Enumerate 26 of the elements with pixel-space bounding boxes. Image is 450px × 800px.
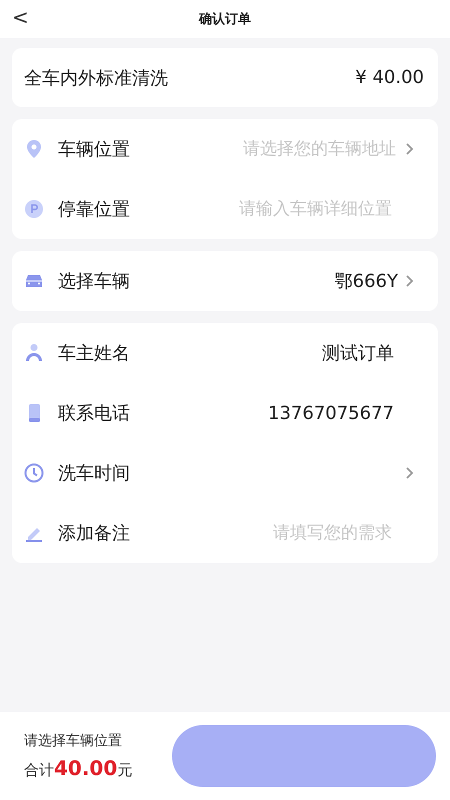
input-field[interactable]: 请填写您的需求 bbox=[190, 522, 394, 544]
total-price: 合计40.00元 bbox=[24, 756, 132, 780]
location-hint: 请选择车辆位置 bbox=[24, 732, 123, 750]
parking-icon bbox=[24, 199, 44, 219]
person-icon bbox=[24, 343, 44, 363]
field-label: 车主姓名 bbox=[58, 342, 130, 365]
field-value: 鄂666Y bbox=[334, 270, 398, 293]
input-field[interactable]: 请选择您的车辆地址 bbox=[194, 138, 398, 160]
field-label: 洗车时间 bbox=[58, 462, 130, 485]
field-label: 车辆位置 bbox=[58, 138, 130, 161]
field-label: 联系电话 bbox=[58, 402, 130, 425]
input-field[interactable]: 请输入车辆详细位置 bbox=[190, 198, 394, 220]
location-pin-icon bbox=[24, 139, 44, 159]
chevron-icon bbox=[404, 466, 414, 480]
chevron-icon bbox=[404, 142, 414, 156]
field-label: 停靠位置 bbox=[58, 198, 130, 221]
service-price: ¥ 40.00 bbox=[355, 67, 424, 88]
clock-icon bbox=[24, 463, 44, 483]
field-label: 选择车辆 bbox=[58, 270, 130, 293]
service-name: 全车内外标准清洗 bbox=[24, 66, 168, 90]
page-title: 确认订单 bbox=[199, 11, 251, 28]
field-label: 添加备注 bbox=[58, 522, 130, 545]
field-value: 测试订单 bbox=[322, 342, 394, 365]
field-value: 13767075677 bbox=[268, 402, 394, 424]
back-button[interactable]: < bbox=[8, 5, 33, 29]
chevron-icon bbox=[404, 274, 414, 288]
